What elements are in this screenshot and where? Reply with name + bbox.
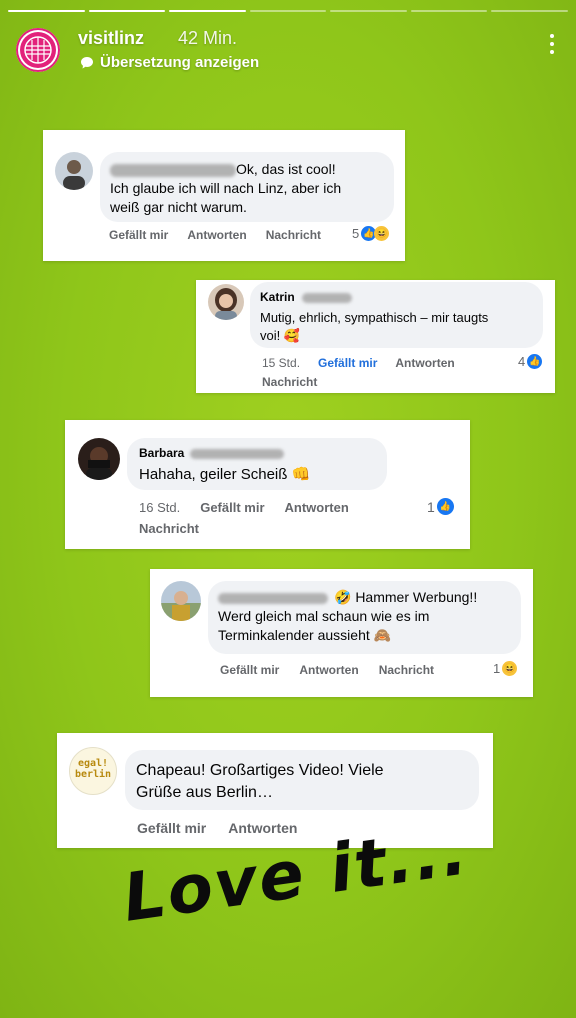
reaction-count: 5: [352, 226, 360, 241]
more-vertical-icon[interactable]: [548, 34, 556, 58]
comment-time: 15 Std.: [262, 356, 301, 370]
comment-bubble: Barbara Hahaha, geiler Scheiß 👊: [127, 438, 387, 490]
commenter-name[interactable]: Katrin: [260, 290, 295, 304]
comment-text-line: Ich glaube ich will nach Linz, aber ich: [110, 179, 342, 196]
progress-segment: [249, 10, 327, 12]
profile-avatar[interactable]: [16, 28, 60, 72]
commenter-name[interactable]: Barbara: [139, 446, 184, 460]
comment-text-line: voi! 🥰: [260, 327, 301, 343]
reaction-count: 1: [493, 661, 501, 676]
hidden-name: [189, 448, 284, 459]
comment-actions: Gefällt mir Antworten Nachricht: [220, 663, 434, 677]
progress-segment: [8, 10, 85, 12]
commenter-avatar: egal! berlin: [69, 747, 117, 795]
haha-reaction-icon: 😆: [502, 661, 518, 676]
comment-actions: Gefällt mir Antworten: [137, 820, 297, 836]
comment-bubble: Katrin Mutig, ehrlich, sympathisch – mir…: [250, 282, 543, 348]
comment-text-line: Werd gleich mal schaun wie es im: [218, 607, 430, 624]
like-button[interactable]: Gefällt mir: [200, 500, 264, 515]
comment-actions: 16 Std. Gefällt mir Antworten: [139, 500, 349, 515]
reply-button[interactable]: Antworten: [228, 820, 297, 836]
reaction-summary[interactable]: 1 😆: [493, 661, 518, 676]
story-progress-bar: [8, 10, 569, 12]
comment-text-line: Hahaha, geiler Scheiß 👊: [139, 466, 311, 483]
commenter-avatar: [78, 438, 120, 480]
progress-segment: [169, 10, 246, 12]
avatar-logo-text: egal! berlin: [74, 758, 112, 780]
comment-actions: 15 Std. Gefällt mir Antworten: [262, 356, 455, 370]
message-button[interactable]: Nachricht: [262, 375, 317, 389]
comment-card: Barbara Hahaha, geiler Scheiß 👊 16 Std. …: [65, 420, 470, 549]
comment-text-line: weiß gar nicht warum.: [110, 198, 247, 215]
hidden-name: [218, 592, 328, 604]
message-button[interactable]: Nachricht: [139, 521, 199, 536]
comment-text-line: Mutig, ehrlich, sympathisch – mir taugts: [260, 310, 489, 325]
message-button[interactable]: Nachricht: [266, 228, 321, 242]
globe-logo-icon: [24, 36, 52, 64]
reply-button[interactable]: Antworten: [299, 663, 358, 677]
reaction-summary[interactable]: 1 👍: [427, 498, 454, 515]
comment-card: Ok, das ist cool! Ich glaube ich will na…: [43, 130, 405, 261]
comment-text-line: 🤣 Hammer Werbung!!: [334, 589, 478, 605]
reaction-summary[interactable]: 5 👍 😆: [352, 226, 390, 241]
reaction-count: 4: [518, 354, 526, 369]
progress-segment: [491, 10, 569, 12]
message-button[interactable]: Nachricht: [379, 663, 434, 677]
comment-text-line: Ok, das ist cool!: [236, 161, 336, 177]
comment-bubble: 🤣 Hammer Werbung!! Werd gleich mal schau…: [208, 581, 521, 654]
comment-text-line: Terminkalender aussieht 🙈: [218, 626, 392, 643]
comment-time: 16 Std.: [139, 500, 181, 515]
comment-bubble: Chapeau! Großartiges Video! Viele Grüße …: [125, 750, 479, 810]
progress-segment: [330, 10, 407, 12]
commenter-avatar: [161, 581, 201, 621]
comment-bubble: Ok, das ist cool! Ich glaube ich will na…: [100, 152, 394, 222]
reply-button[interactable]: Antworten: [395, 356, 454, 370]
like-reaction-icon: 👍: [527, 354, 543, 369]
reaction-summary[interactable]: 4 👍: [518, 354, 543, 369]
reaction-count: 1: [427, 498, 435, 515]
commenter-avatar: [55, 152, 93, 190]
like-button[interactable]: Gefällt mir: [220, 663, 279, 677]
comment-card: Katrin Mutig, ehrlich, sympathisch – mir…: [196, 280, 555, 393]
translate-label: Übersetzung anzeigen: [100, 54, 260, 71]
comment-text-line: Chapeau! Großartiges Video! Viele: [136, 762, 384, 779]
like-button[interactable]: Gefällt mir: [318, 356, 377, 370]
comment-actions: Gefällt mir Antworten Nachricht: [109, 228, 321, 242]
story-header: visitlinz 42 Min. Übersetzung anzeigen: [16, 26, 560, 74]
hidden-name: [110, 163, 236, 177]
post-time: 42 Min.: [178, 28, 238, 48]
translate-link[interactable]: Übersetzung anzeigen: [80, 54, 259, 71]
commenter-avatar: [208, 284, 244, 320]
like-reaction-icon: 👍: [436, 498, 454, 515]
like-button[interactable]: Gefällt mir: [137, 820, 206, 836]
username[interactable]: visitlinz: [78, 28, 144, 49]
comment-text-line: Grüße aus Berlin…: [136, 783, 273, 801]
progress-segment: [88, 10, 166, 12]
speech-bubble-icon: [81, 56, 93, 68]
like-button[interactable]: Gefällt mir: [109, 228, 168, 242]
comment-card: 🤣 Hammer Werbung!! Werd gleich mal schau…: [150, 569, 533, 697]
haha-reaction-icon: 😆: [374, 226, 390, 241]
progress-segment: [410, 10, 488, 12]
reply-button[interactable]: Antworten: [285, 500, 349, 515]
hidden-name: [302, 292, 353, 303]
reply-button[interactable]: Antworten: [187, 228, 246, 242]
